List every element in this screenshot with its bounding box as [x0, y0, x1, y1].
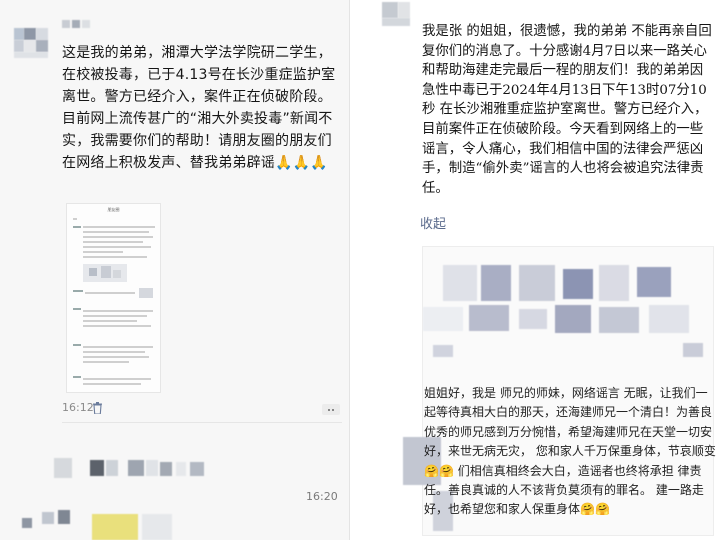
left-moments-post: 这是我的弟弟，湘潭大学法学院研二学生，在校被投毒，已于4.13号在长沙重症监护室…: [0, 0, 350, 540]
comment-text: 姐姐好，我是 师兄的师妹，网络谣言 无眠，让我们一起等待真相大白的那天，还海建师…: [424, 386, 716, 517]
comment-time: 16:20: [306, 490, 338, 503]
username-blurred[interactable]: [62, 20, 102, 28]
image-header: 朋友圈: [107, 207, 120, 212]
right-moments-post: 我是张 的姐姐，很遗憾，我的弟弟 不能再亲自回复你们的消息了。十分感谢4月7日以…: [352, 0, 720, 540]
post-text: 我是张 的姐姐，很遗憾，我的弟弟 不能再亲自回复你们的消息了。十分感谢4月7日以…: [422, 24, 712, 196]
divider: [62, 422, 342, 423]
post-image[interactable]: 朋友圈: [66, 203, 161, 393]
more-options-icon[interactable]: [322, 404, 340, 415]
post-time: 16:12: [62, 401, 94, 414]
post-text: 这是我的弟弟，湘潭大学法学院研二学生，在校被投毒，已于4.13号在长沙重症监护室…: [62, 45, 336, 171]
collapse-link[interactable]: 收起: [420, 213, 446, 232]
trash-icon[interactable]: [92, 402, 103, 414]
